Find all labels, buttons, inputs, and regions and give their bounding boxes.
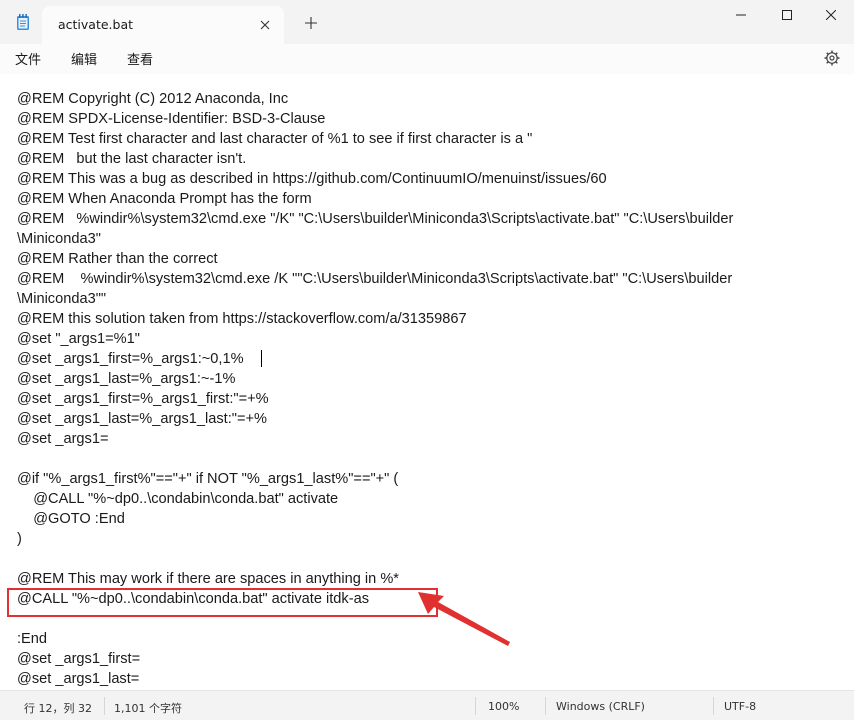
menu-bar: 文件 编辑 查看: [0, 44, 854, 74]
code-line[interactable]: @set "_args1=%1": [17, 329, 837, 349]
code-line[interactable]: @CALL "%~dp0..\condabin\conda.bat" activ…: [17, 489, 837, 509]
plus-icon: [305, 17, 317, 29]
code-line[interactable]: @REM Rather than the correct: [17, 249, 837, 269]
close-tab-button[interactable]: [256, 16, 274, 34]
text-caret: [261, 350, 262, 367]
divider: [104, 697, 105, 715]
code-line[interactable]: @REM this solution taken from https://st…: [17, 309, 837, 329]
tab-title: activate.bat: [58, 17, 134, 32]
status-bar: 行 12，列 32 1,101 个字符 100% Windows (CRLF) …: [0, 690, 854, 720]
code-line[interactable]: @REM Copyright (C) 2012 Anaconda, Inc: [17, 89, 837, 109]
title-bar: activate.bat: [0, 0, 854, 44]
gear-icon[interactable]: [822, 48, 842, 68]
code-line[interactable]: @if "%_args1_first%"=="+" if NOT "%_args…: [17, 469, 837, 489]
line-ending[interactable]: Windows (CRLF): [556, 700, 645, 713]
annotation-highlight-box: [7, 588, 438, 617]
code-line[interactable]: @set _args1_first=%_args1:~0,1%: [17, 349, 837, 369]
code-line[interactable]: @set _args1_first=: [17, 649, 837, 669]
code-line[interactable]: @set _args1_first=%_args1_first:"=+%: [17, 389, 837, 409]
minimize-icon: [736, 14, 746, 16]
divider: [713, 697, 714, 715]
divider: [545, 697, 546, 715]
code-line[interactable]: @REM When Anaconda Prompt has the form: [17, 189, 837, 209]
code-line[interactable]: [17, 549, 837, 569]
divider: [475, 697, 476, 715]
close-icon: [260, 20, 270, 30]
char-count: 1,101 个字符: [114, 702, 182, 715]
code-line[interactable]: @REM but the last character isn't.: [17, 149, 837, 169]
code-line[interactable]: \Miniconda3"": [17, 289, 837, 309]
cursor-position: 行 12，列 32: [24, 702, 92, 715]
code-line[interactable]: @set _args1=: [17, 429, 837, 449]
code-line[interactable]: @REM Test first character and last chara…: [17, 129, 837, 149]
notepad-app-icon: [17, 14, 29, 30]
code-line[interactable]: @REM This was a bug as described in http…: [17, 169, 837, 189]
new-tab-button[interactable]: [300, 12, 322, 34]
code-line[interactable]: ): [17, 529, 837, 549]
code-line[interactable]: @REM SPDX-License-Identifier: BSD-3-Clau…: [17, 109, 837, 129]
code-line[interactable]: \Miniconda3": [17, 229, 837, 249]
code-line[interactable]: @REM %windir%\system32\cmd.exe "/K" "C:\…: [17, 209, 837, 229]
code-line[interactable]: @set _args1_last=: [17, 669, 837, 689]
menu-file[interactable]: 文件: [15, 49, 41, 68]
text-editor[interactable]: @REM Copyright (C) 2012 Anaconda, Inc @RE…: [0, 74, 854, 690]
close-icon: [826, 10, 836, 20]
minimize-button[interactable]: [718, 0, 764, 30]
menu-edit[interactable]: 编辑: [71, 49, 97, 68]
code-line[interactable]: @set _args1_last=%_args1:~-1%: [17, 369, 837, 389]
code-line[interactable]: @set _args1_last=%_args1_last:"=+%: [17, 409, 837, 429]
menu-view[interactable]: 查看: [127, 49, 153, 68]
maximize-icon: [782, 10, 792, 20]
zoom-level[interactable]: 100%: [488, 700, 519, 713]
annotation-arrow: [418, 592, 510, 646]
close-window-button[interactable]: [808, 0, 854, 30]
encoding[interactable]: UTF-8: [724, 700, 756, 713]
code-line[interactable]: @REM This may work if there are spaces i…: [17, 569, 837, 589]
code-line[interactable]: @REM %windir%\system32\cmd.exe /K ""C:\U…: [17, 269, 837, 289]
maximize-button[interactable]: [764, 0, 810, 30]
code-line[interactable]: [17, 449, 837, 469]
tab-activate-bat[interactable]: activate.bat: [42, 6, 284, 44]
code-line[interactable]: @GOTO :End: [17, 509, 837, 529]
